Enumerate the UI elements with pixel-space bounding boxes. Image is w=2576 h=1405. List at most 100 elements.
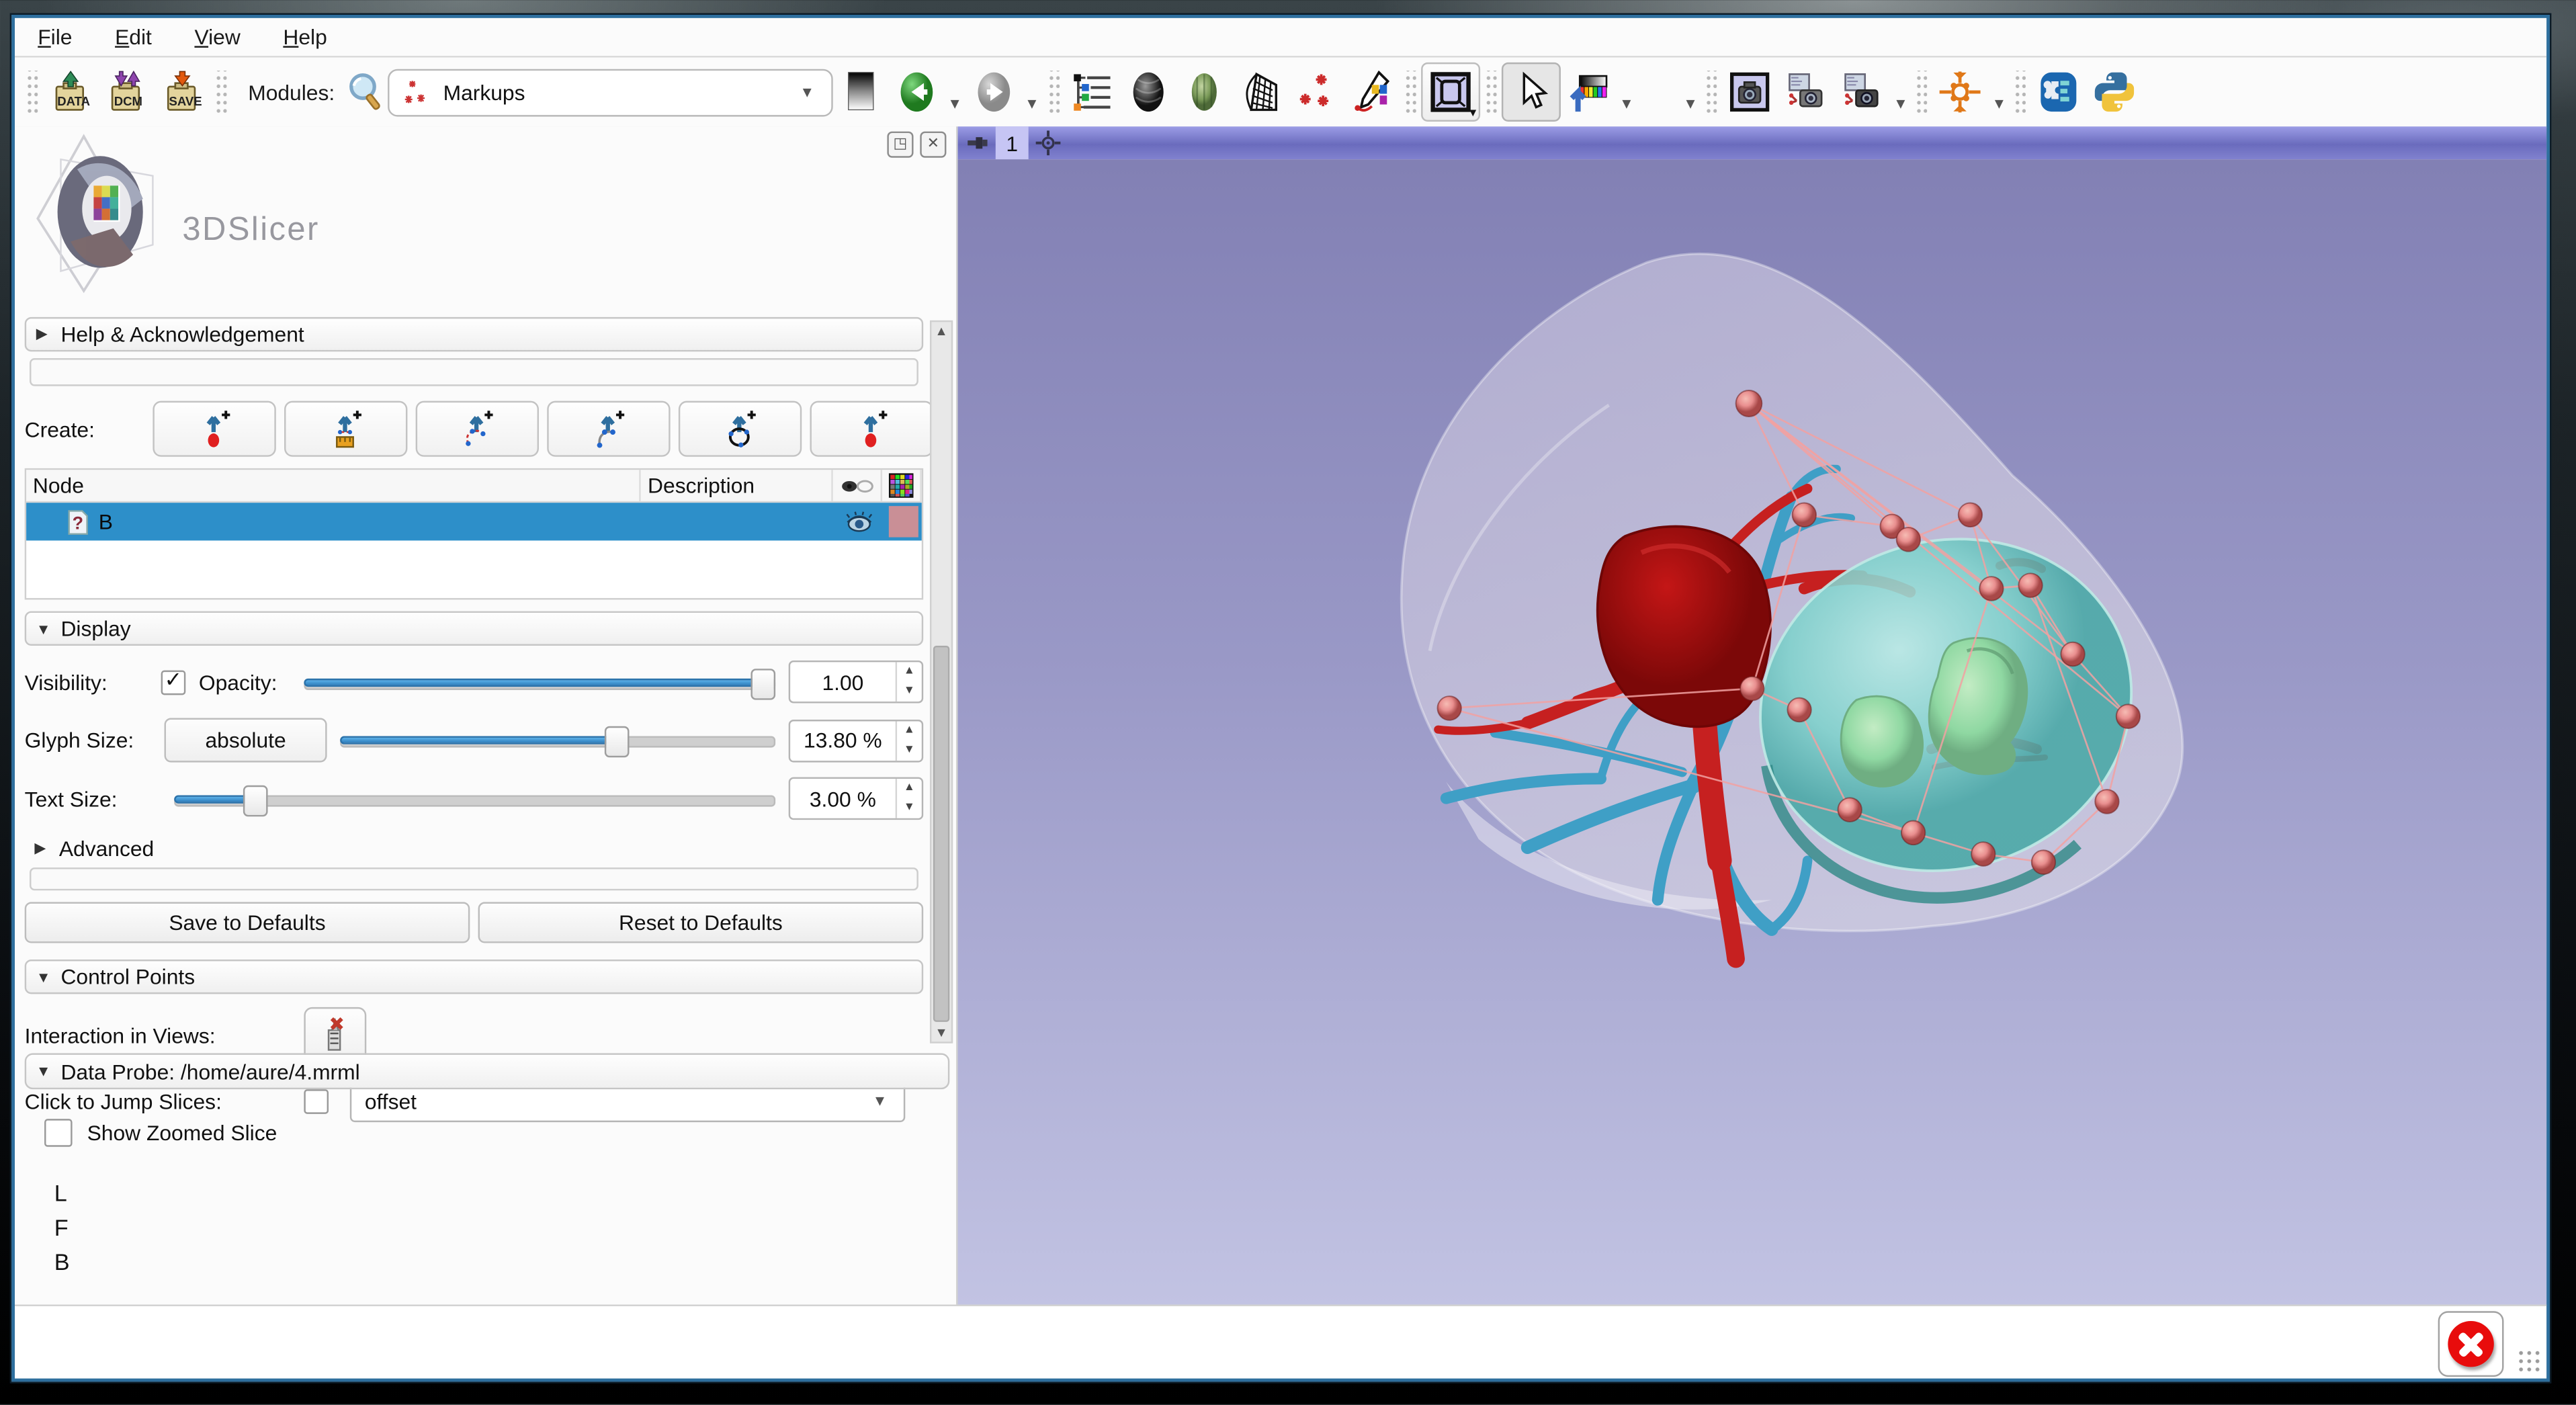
node-table-header: Node Description — [26, 470, 922, 503]
scroll-thumb[interactable] — [933, 646, 949, 1022]
spin-up-icon[interactable]: ▲ — [897, 779, 922, 798]
menu-view[interactable]: View — [194, 25, 240, 50]
extensions-button[interactable] — [2031, 64, 2087, 120]
segment-editor-button[interactable] — [1343, 64, 1399, 120]
chevron-down-icon[interactable]: ▼ — [1025, 95, 1039, 112]
chevron-down-icon[interactable]: ▼ — [947, 95, 962, 112]
text-size-spinbox[interactable]: 3.00 % ▲▼ — [789, 777, 924, 820]
scroll-down-icon[interactable]: ▼ — [931, 1023, 951, 1041]
create-closed-curve-button[interactable] — [679, 401, 802, 457]
control-point-sphere[interactable] — [1897, 527, 1920, 552]
help-acknowledgement-section[interactable]: ▶ Help & Acknowledgement — [25, 317, 924, 351]
menu-edit[interactable]: Edit — [115, 25, 152, 50]
subject-hierarchy-button[interactable] — [1064, 64, 1119, 120]
crosshair-button[interactable] — [1932, 64, 1988, 120]
node-color-swatch[interactable] — [888, 506, 918, 537]
spin-up-icon[interactable]: ▲ — [897, 720, 922, 740]
create-curve-button[interactable] — [547, 401, 670, 457]
forward-button[interactable] — [965, 64, 1021, 120]
data-probe-section[interactable]: ▼ Data Probe: /home/aure/4.mrml — [25, 1053, 950, 1089]
control-point-sphere[interactable] — [1438, 696, 1461, 720]
toolbar-separator — [1706, 71, 1717, 114]
save-to-defaults-button[interactable]: Save to Defaults — [25, 902, 470, 943]
screenshot-button[interactable] — [1723, 64, 1778, 120]
control-point-sphere[interactable] — [1901, 820, 1925, 845]
scene-capture-button[interactable] — [1778, 64, 1834, 120]
view-crosshair-icon[interactable] — [1035, 130, 1061, 156]
place-point-button[interactable] — [1560, 64, 1616, 120]
threed-view-header[interactable]: 1 — [958, 126, 2547, 159]
control-point-sphere[interactable] — [2095, 790, 2118, 814]
node-visibility-eye-icon[interactable] — [834, 510, 884, 533]
module-history-button[interactable] — [832, 64, 888, 120]
segmentations-button[interactable] — [1176, 64, 1232, 120]
glyph-size-mode-button[interactable]: absolute — [165, 718, 327, 763]
threed-view: 1 — [958, 126, 2547, 1306]
back-button[interactable] — [888, 64, 944, 120]
dicom-icon: DCM — [105, 71, 148, 114]
control-point-sphere[interactable] — [1979, 577, 2003, 601]
glyph-size-spinbox[interactable]: 13.80 % ▲▼ — [789, 719, 924, 762]
control-point-sphere[interactable] — [1838, 798, 1861, 822]
control-point-sphere[interactable] — [2116, 704, 2140, 728]
create-point-list-button[interactable] — [153, 401, 275, 457]
create-point-button[interactable] — [810, 401, 933, 457]
opacity-spinbox[interactable]: 1.00 ▲▼ — [789, 661, 924, 704]
glyph-size-slider[interactable] — [340, 726, 775, 755]
scroll-up-icon[interactable]: ▲ — [931, 322, 951, 340]
panel-scrollbar[interactable]: ▲ ▼ — [930, 321, 953, 1044]
volumes-button[interactable] — [1120, 64, 1176, 120]
pin-icon[interactable] — [966, 132, 989, 155]
error-log-button[interactable] — [2438, 1311, 2504, 1377]
reset-to-defaults-button[interactable]: Reset to Defaults — [478, 902, 924, 943]
panel-popout-icon[interactable]: ◳ — [887, 132, 913, 158]
jump-slices-checkbox[interactable] — [304, 1089, 329, 1113]
menu-file[interactable]: File — [38, 25, 72, 50]
spin-down-icon[interactable]: ▼ — [897, 682, 922, 701]
display-section[interactable]: ▼ Display — [25, 611, 924, 646]
control-point-sphere[interactable] — [1740, 677, 1764, 701]
dicom-button[interactable]: DCM — [99, 64, 155, 120]
scene-capture-icon — [1785, 71, 1828, 114]
control-point-sphere[interactable] — [2018, 573, 2042, 597]
save-button[interactable]: SAVE — [155, 64, 210, 120]
chevron-down-icon[interactable]: ▼ — [1683, 95, 1698, 112]
resize-grip[interactable] — [2517, 1349, 2540, 1372]
chevron-down-icon[interactable]: ▼ — [1619, 95, 1634, 112]
threed-viewport[interactable] — [958, 159, 2547, 1306]
collapse-arrow-icon: ▼ — [36, 620, 50, 636]
spin-down-icon[interactable]: ▼ — [897, 798, 922, 818]
control-point-sphere[interactable] — [1971, 842, 1995, 866]
mouse-pointer-button[interactable] — [1501, 62, 1560, 122]
control-points-section[interactable]: ▼ Control Points — [25, 960, 924, 994]
python-button[interactable] — [2087, 64, 2143, 120]
transforms-button[interactable] — [1232, 64, 1287, 120]
control-point-sphere[interactable] — [2061, 642, 2084, 667]
create-open-curve-button[interactable] — [416, 401, 539, 457]
control-point-sphere[interactable] — [1793, 503, 1816, 527]
node-row-B[interactable]: ? B — [26, 503, 922, 540]
scene-restore-button[interactable] — [1834, 64, 1890, 120]
chevron-down-icon[interactable]: ▼ — [1991, 95, 2006, 112]
control-point-sphere[interactable] — [1959, 503, 1982, 527]
control-point-sphere[interactable] — [1736, 390, 1762, 417]
markups-module-button[interactable] — [1287, 64, 1343, 120]
create-line-button[interactable] — [284, 401, 407, 457]
menu-help[interactable]: Help — [283, 25, 327, 50]
layout-button[interactable]: ▾ — [1420, 62, 1479, 122]
visibility-checkbox[interactable] — [161, 669, 186, 694]
chevron-down-icon[interactable]: ▼ — [1893, 95, 1908, 112]
opacity-slider[interactable] — [304, 668, 775, 696]
panel-close-icon[interactable]: ✕ — [920, 132, 946, 158]
control-point-sphere[interactable] — [1787, 698, 1811, 722]
load-data-button[interactable]: DATA — [43, 64, 99, 120]
spin-up-icon[interactable]: ▲ — [897, 662, 922, 681]
show-zoomed-slice-checkbox[interactable] — [44, 1119, 73, 1147]
advanced-section[interactable]: ▶ Advanced — [34, 837, 923, 861]
view-tab-1[interactable]: 1 — [996, 126, 1029, 159]
spin-down-icon[interactable]: ▼ — [897, 740, 922, 760]
markups-node-table[interactable]: Node Description — [25, 468, 924, 600]
control-point-sphere[interactable] — [2032, 850, 2055, 874]
module-selector-combobox[interactable]: Markups▼ — [387, 68, 832, 116]
text-size-slider[interactable] — [174, 785, 775, 813]
